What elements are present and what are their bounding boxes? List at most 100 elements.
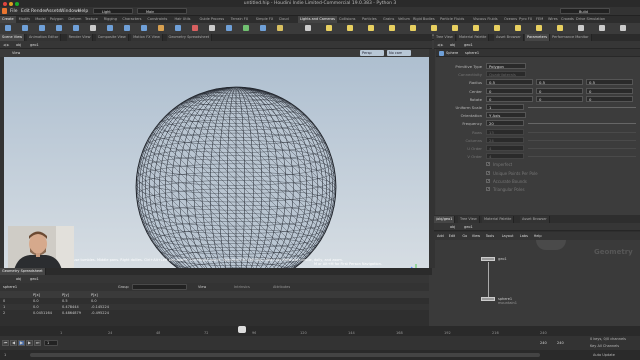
jump-end-icon[interactable]: ⏭ <box>34 340 41 346</box>
param-menu[interactable]: Polygon <box>486 63 526 69</box>
param-checkbox[interactable]: ✓ <box>486 162 490 167</box>
shelf-tab[interactable]: Wires <box>546 16 560 23</box>
end-frame[interactable]: 240 <box>540 341 547 345</box>
tab-geometry-spreadsheet[interactable]: Geometry Spreadsheet <box>0 268 46 275</box>
column-header[interactable]: P[x] <box>33 293 40 297</box>
shelf-tab[interactable]: Characters <box>120 16 143 23</box>
param-field[interactable]: 0 <box>486 95 533 102</box>
play-icon[interactable]: ▶ <box>18 340 25 346</box>
back-arrow-icon[interactable]: ◀ ▶ <box>437 43 444 47</box>
param-menu[interactable]: Quadrilaterals <box>486 71 526 78</box>
tab-render-view[interactable]: Render View <box>66 34 94 41</box>
shelf-tab[interactable]: Modify <box>17 16 33 23</box>
param-checkbox[interactable]: ✓ <box>486 187 490 191</box>
param-field[interactable]: 0 <box>586 95 633 102</box>
param-checkbox[interactable]: ✓ <box>486 178 490 183</box>
shelf-tab[interactable]: Rigid Bodies <box>411 16 437 23</box>
table-row[interactable]: 2 0.0451164 0.4864879 -0.495224 <box>0 310 429 316</box>
path-geo[interactable]: geo1 <box>30 43 39 47</box>
path-geo[interactable]: geo1 <box>464 225 473 229</box>
tab-geometry-spreadsheet[interactable]: Geometry Spreadsheet <box>166 34 213 41</box>
network-view[interactable]: Geometry geo1 sphere1 mountain1 <box>436 240 640 335</box>
auto-update[interactable]: Auto Update <box>593 353 615 357</box>
shelf-tab[interactable]: Model <box>33 16 48 23</box>
network-menu-view[interactable]: View <box>472 234 480 238</box>
menu-assets[interactable]: Assets <box>46 9 61 14</box>
start-frame[interactable]: 1 <box>4 353 6 357</box>
path-geo[interactable]: geo1 <box>30 277 39 281</box>
param-field[interactable]: 1 <box>486 104 524 110</box>
node-output[interactable] <box>481 297 495 301</box>
shelf-tab[interactable]: Create <box>0 16 16 23</box>
path-obj[interactable]: obj <box>16 277 21 281</box>
shelf-tab[interactable]: Guide Process <box>198 16 227 23</box>
param-field[interactable]: 0 <box>536 87 583 94</box>
shelf-tab[interactable]: Viscous Fluids <box>471 16 500 23</box>
intrinsics-menu[interactable]: Intrinsics <box>234 285 250 289</box>
timeline-ruler[interactable]: 1 24 48 72 96 120 144 168 192 216 240 <box>0 326 640 336</box>
shelf-tab[interactable]: Collisions <box>337 16 357 23</box>
param-menu[interactable]: Y Axis <box>486 112 526 119</box>
path-obj[interactable]: obj <box>450 43 455 47</box>
tab-parameters[interactable]: Parameters <box>525 34 551 41</box>
column-header[interactable]: P[y] <box>62 293 69 297</box>
jump-start-icon[interactable]: ⏮ <box>2 340 9 346</box>
network-tab[interactable]: Asset Browser <box>520 216 550 223</box>
desktop-select[interactable]: Main <box>137 8 187 14</box>
column-header[interactable]: P[z] <box>91 293 98 297</box>
view-menu[interactable]: View <box>198 285 206 289</box>
tab-composite-view[interactable]: Composite View <box>95 34 129 41</box>
shelf-tab[interactable]: Simple FX <box>254 16 275 23</box>
param-field[interactable]: 13 <box>486 128 524 135</box>
shelf-tab[interactable]: Hair Utils <box>173 16 193 23</box>
group-field[interactable] <box>132 284 187 290</box>
shelf-tab[interactable]: Particles <box>360 16 379 23</box>
shelf-tab[interactable]: FEM <box>534 16 545 23</box>
build-select[interactable]: Build <box>560 8 610 14</box>
shelf-tab[interactable]: Grains <box>381 16 396 23</box>
menu-edit[interactable]: Edit <box>21 9 30 14</box>
tab-tree-view[interactable]: Tree View <box>434 34 456 41</box>
shelf-tab[interactable]: Texture <box>83 16 100 23</box>
param-field[interactable]: 0 <box>486 87 533 94</box>
network-menu-edit[interactable]: Edit <box>449 234 456 238</box>
path-geo[interactable]: geo1 <box>464 43 473 47</box>
node-name-field[interactable]: sphere1 <box>465 51 479 55</box>
param-slider[interactable] <box>528 148 636 149</box>
param-field[interactable]: 0.5 <box>536 79 583 86</box>
tab-animation-editor[interactable]: Animation Editor <box>27 34 62 41</box>
param-field[interactable]: 0.5 <box>586 79 633 86</box>
step-forward-icon[interactable]: ▶ <box>26 340 33 346</box>
tab-scene-view[interactable]: Scene View <box>0 34 26 41</box>
shelf-tab[interactable]: Deform <box>66 16 83 23</box>
param-field[interactable]: 4 <box>486 145 524 151</box>
shelf-tab[interactable]: Terrain FX <box>229 16 250 23</box>
network-menu-labs[interactable]: Labs <box>520 234 528 238</box>
param-field[interactable]: 0 <box>586 87 633 94</box>
shelf-tab[interactable]: Vellum <box>396 16 412 23</box>
network-tab[interactable]: Tree View <box>458 216 480 223</box>
network-menu-add[interactable]: Add <box>437 234 444 238</box>
tab-motion-fx-view[interactable]: Motion FX View <box>131 34 163 41</box>
param-field[interactable]: 4 <box>486 153 524 160</box>
network-menu-help[interactable]: Help <box>534 234 542 238</box>
range-slider[interactable] <box>30 353 540 357</box>
shelf-tab[interactable]: Polygon <box>48 16 66 23</box>
param-field[interactable]: 0 <box>536 95 583 102</box>
playhead-marker[interactable] <box>238 326 246 333</box>
menu-render[interactable]: Render <box>31 9 47 14</box>
param-slider[interactable] <box>528 131 636 133</box>
shelf-tab[interactable]: Cloud FX <box>277 16 295 28</box>
menu-help[interactable]: Help <box>78 9 88 14</box>
param-slider[interactable] <box>528 107 636 108</box>
path-obj[interactable]: obj <box>16 43 21 47</box>
shelf-tab[interactable]: Rigging <box>102 16 119 23</box>
network-menu-tools[interactable]: Tools <box>486 234 495 238</box>
attributes-menu[interactable]: Attributes <box>273 285 290 289</box>
shelf-tab[interactable]: Drive Simulation <box>574 16 607 23</box>
tab-asset-browser[interactable]: Asset Browser <box>494 34 524 41</box>
shelf-set-select[interactable]: Light <box>93 8 133 14</box>
step-back-icon[interactable]: ◀ <box>10 340 17 346</box>
tab-performance-monitor[interactable]: Performance Monitor <box>550 34 592 41</box>
network-tab[interactable]: Material Palette <box>482 216 515 223</box>
